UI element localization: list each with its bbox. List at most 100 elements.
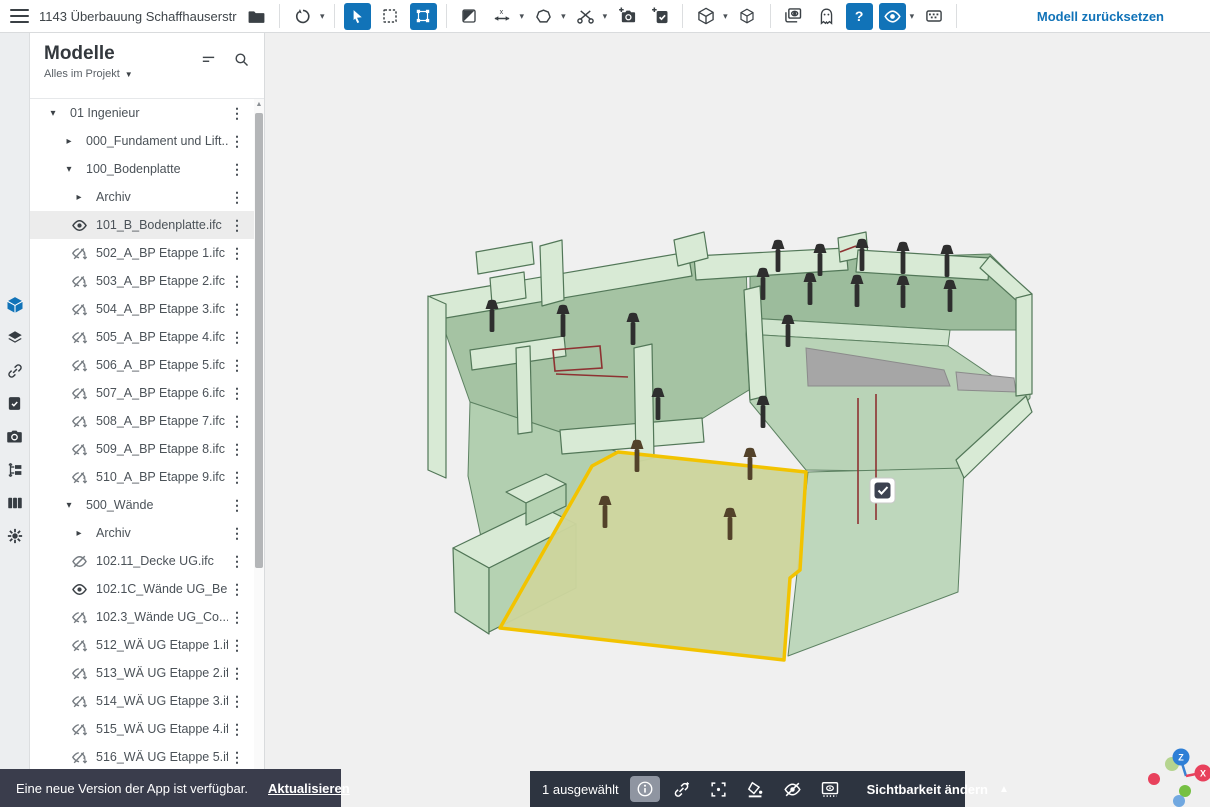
tree-item[interactable]: 509_A_BP Etappe 8.ifc⋮ — [30, 435, 254, 463]
item-menu-button[interactable]: ⋮ — [228, 161, 246, 178]
add-todo-icon[interactable] — [646, 3, 673, 30]
layers-icon[interactable] — [2, 326, 28, 350]
tree-item[interactable]: 504_A_BP Etappe 3.ifc⋮ — [30, 295, 254, 323]
tree-item[interactable]: 102.3_Wände UG_Co...⋮ — [30, 603, 254, 631]
item-menu-button[interactable]: ⋮ — [228, 525, 246, 542]
eye-off-unloaded-icon[interactable] — [70, 636, 88, 654]
eye-off-unloaded-icon[interactable] — [70, 608, 88, 626]
paint-override-button[interactable] — [741, 776, 771, 802]
measure-caret-icon[interactable]: ▾ — [520, 11, 525, 22]
menu-icon[interactable] — [6, 3, 33, 30]
reset-model-link[interactable]: Modell zurücksetzen — [1037, 9, 1164, 24]
item-menu-button[interactable]: ⋮ — [228, 385, 246, 402]
todo-clipboard-icon[interactable] — [2, 392, 28, 416]
caret-right-icon[interactable]: ▸ — [70, 188, 88, 206]
item-menu-button[interactable]: ⋮ — [228, 469, 246, 486]
zoom-to-selection-button[interactable] — [704, 776, 734, 802]
visibility-caret-icon[interactable]: ▾ — [910, 11, 915, 22]
item-menu-button[interactable]: ⋮ — [228, 609, 246, 626]
item-menu-button[interactable]: ⋮ — [228, 553, 246, 570]
tree-item[interactable]: 101_B_Bodenplatte.ifc⋮ — [30, 211, 254, 239]
item-menu-button[interactable]: ⋮ — [228, 357, 246, 374]
explode-icon[interactable] — [2, 524, 28, 548]
item-menu-button[interactable]: ⋮ — [228, 637, 246, 654]
scrollbar-up-arrow[interactable]: ▲ — [254, 101, 264, 108]
ghost-mode-icon[interactable] — [813, 3, 840, 30]
search-icon[interactable] — [233, 51, 250, 68]
item-menu-button[interactable]: ⋮ — [228, 749, 246, 766]
gizmo-neg-y-ball[interactable] — [1179, 785, 1191, 797]
sort-icon[interactable] — [200, 51, 217, 68]
todo-marker[interactable] — [870, 478, 895, 503]
update-action-link[interactable]: Aktualisieren — [268, 781, 350, 796]
item-menu-button[interactable]: ⋮ — [228, 441, 246, 458]
tree-item[interactable]: 505_A_BP Etappe 4.ifc⋮ — [30, 323, 254, 351]
eye-off-unloaded-icon[interactable] — [70, 440, 88, 458]
folder-icon[interactable] — [243, 3, 270, 30]
tree-item[interactable]: ▾01 Ingenieur⋮ — [30, 99, 254, 127]
contrast-icon[interactable] — [456, 3, 483, 30]
measure-tool-icon[interactable]: x — [489, 3, 516, 30]
tree-item[interactable]: ▸Archiv⋮ — [30, 519, 254, 547]
visibility-eye-button[interactable] — [879, 3, 906, 30]
eye-off-unloaded-icon[interactable] — [70, 384, 88, 402]
eye-off-unloaded-icon[interactable] — [70, 468, 88, 486]
polygon-caret-icon[interactable]: ▾ — [561, 11, 566, 22]
gizmo-neg-z-ball[interactable] — [1173, 795, 1185, 807]
link-icon[interactable] — [2, 359, 28, 383]
tree-item[interactable]: 506_A_BP Etappe 5.ifc⋮ — [30, 351, 254, 379]
eye-off-unloaded-icon[interactable] — [70, 664, 88, 682]
tree-item[interactable]: 502_A_BP Etappe 1.ifc⋮ — [30, 239, 254, 267]
tree-item[interactable]: ▸Archiv⋮ — [30, 183, 254, 211]
eye-off-unloaded-icon[interactable] — [70, 748, 88, 766]
camera-icon[interactable] — [2, 425, 28, 449]
eye-off-icon[interactable] — [70, 552, 88, 570]
eye-off-unloaded-icon[interactable] — [70, 692, 88, 710]
caret-down-icon[interactable]: ▾ — [60, 496, 78, 514]
item-menu-button[interactable]: ⋮ — [228, 217, 246, 234]
item-menu-button[interactable]: ⋮ — [228, 329, 246, 346]
model-viewport-canvas[interactable]: Z X — [265, 33, 1210, 807]
item-menu-button[interactable]: ⋮ — [228, 497, 246, 514]
attach-link-button[interactable] — [667, 776, 697, 802]
eye-off-unloaded-icon[interactable] — [70, 328, 88, 346]
scrollbar-thumb[interactable] — [255, 113, 263, 568]
item-menu-button[interactable]: ⋮ — [228, 105, 246, 122]
eye-off-unloaded-icon[interactable] — [70, 300, 88, 318]
marquee-select-button[interactable] — [377, 3, 404, 30]
eye-off-unloaded-icon[interactable] — [70, 272, 88, 290]
eye-icon[interactable] — [70, 216, 88, 234]
tree-item[interactable]: 512_WÄ UG Etappe 1.ifc⋮ — [30, 631, 254, 659]
scissors-icon[interactable] — [572, 3, 599, 30]
info-button[interactable] — [630, 776, 660, 802]
eye-icon[interactable] — [70, 580, 88, 598]
tree-item[interactable]: 102.11_Decke UG.ifc⋮ — [30, 547, 254, 575]
models-cube-icon[interactable] — [2, 293, 28, 317]
undo-icon[interactable] — [289, 3, 316, 30]
isolate-framed-eye-button[interactable] — [815, 776, 845, 802]
item-menu-button[interactable]: ⋮ — [228, 581, 246, 598]
tree-item[interactable]: ▸000_Fundament und Lift...⋮ — [30, 127, 254, 155]
item-menu-button[interactable]: ⋮ — [228, 413, 246, 430]
tree-item[interactable]: 514_WÄ UG Etappe 3.ifc⋮ — [30, 687, 254, 715]
caret-right-icon[interactable]: ▸ — [70, 524, 88, 542]
eye-off-unloaded-icon[interactable] — [70, 356, 88, 374]
caret-up-icon[interactable]: ▲ — [999, 784, 1009, 795]
navigation-gizmo[interactable]: Z X — [1148, 749, 1210, 807]
change-visibility-button[interactable]: Sichtbarkeit ändern — [867, 782, 988, 797]
eye-off-unloaded-icon[interactable] — [70, 412, 88, 430]
caret-down-icon[interactable]: ▾ — [60, 160, 78, 178]
gizmo-neg-x-ball[interactable] — [1148, 773, 1160, 785]
table-columns-icon[interactable] — [2, 491, 28, 515]
item-menu-button[interactable]: ⋮ — [228, 189, 246, 206]
cube-view-caret-icon[interactable]: ▾ — [723, 11, 728, 22]
caret-right-icon[interactable]: ▸ — [60, 132, 78, 150]
hierarchy-icon[interactable] — [2, 458, 28, 482]
render-settings-icon[interactable] — [920, 3, 947, 30]
eye-off-unloaded-icon[interactable] — [70, 720, 88, 738]
item-menu-button[interactable]: ⋮ — [228, 665, 246, 682]
add-snapshot-icon[interactable] — [613, 3, 640, 30]
tree-item[interactable]: ▾100_Bodenplatte⋮ — [30, 155, 254, 183]
scissors-caret-icon[interactable]: ▾ — [603, 11, 608, 22]
polygon-select-icon[interactable] — [530, 3, 557, 30]
